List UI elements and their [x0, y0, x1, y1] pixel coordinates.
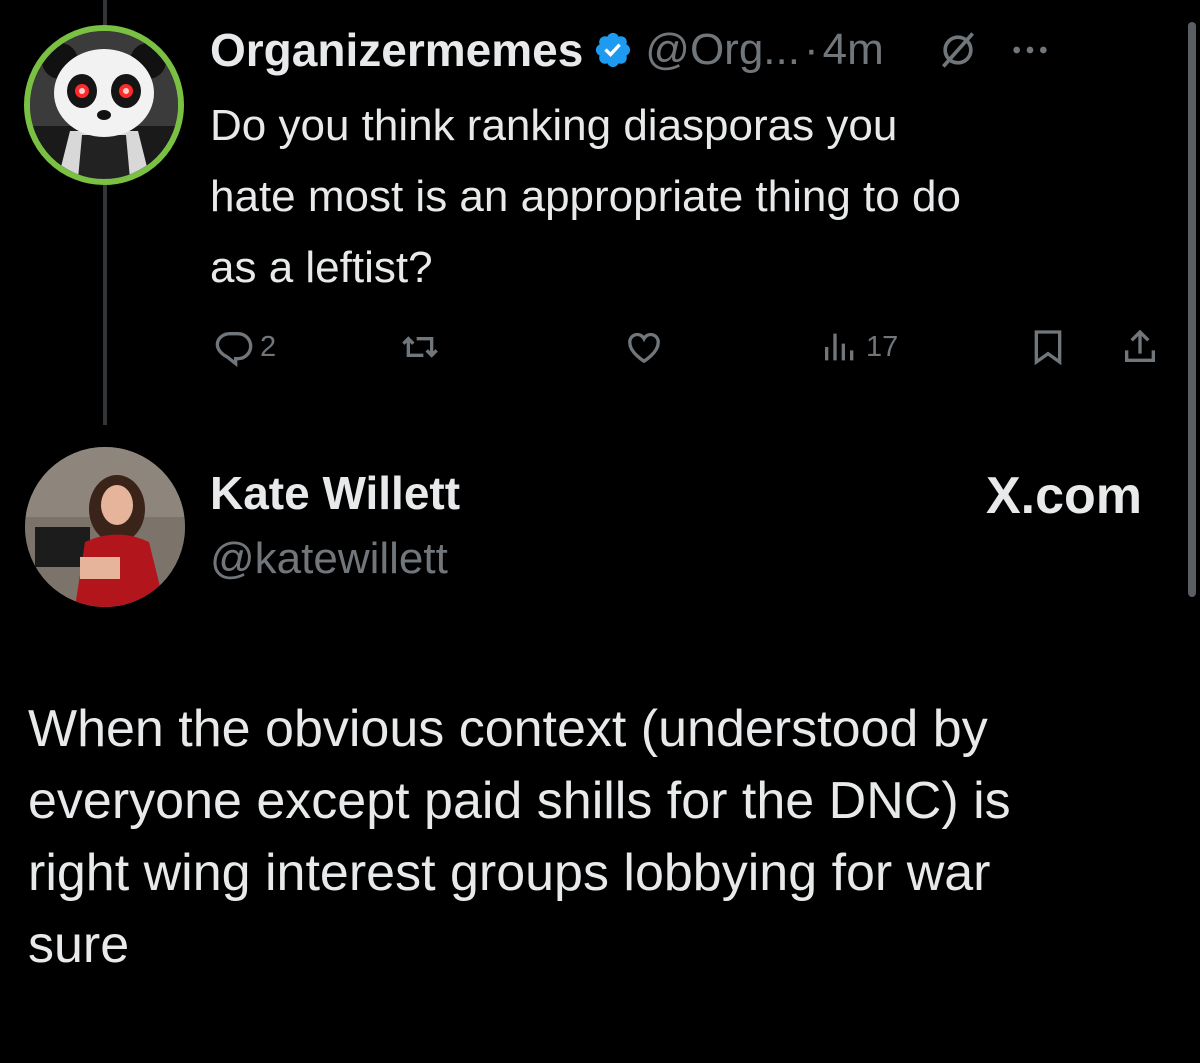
- bookmark-button[interactable]: [1028, 322, 1068, 372]
- mute-icon[interactable]: [936, 28, 980, 72]
- views-icon: [825, 333, 854, 361]
- reply-count: 2: [260, 330, 277, 363]
- views-button[interactable]: 17: [820, 322, 898, 372]
- tweet1-text: Do you think ranking diasporas you hate …: [210, 90, 1170, 303]
- like-icon: [628, 332, 660, 364]
- views-count: 17: [866, 330, 899, 363]
- scrollbar[interactable]: [1188, 22, 1196, 597]
- tweet1-timestamp[interactable]: 4m: [823, 25, 884, 75]
- profile-photo-image: [25, 447, 185, 607]
- like-button[interactable]: [624, 322, 664, 372]
- tweet2-text-line: right wing interest groups lobbying for …: [28, 844, 991, 902]
- tweet1-action-bar: 2 17: [210, 322, 1170, 372]
- verified-badge-icon: [596, 32, 631, 68]
- retweet-icon: [402, 336, 438, 358]
- tweet1-handle[interactable]: @Org...: [645, 25, 800, 75]
- x-com-logo-text: X.com: [985, 467, 1142, 525]
- tweet2-text-line: sure: [28, 916, 130, 974]
- tweet1-header: Organizermemes @Org... · 4m: [210, 18, 1172, 82]
- tweet2-text-line: everyone except paid shills for the DNC)…: [28, 772, 1011, 830]
- organizermemes-avatar[interactable]: [24, 25, 184, 185]
- header-separator: ·: [803, 25, 819, 74]
- retweet-button[interactable]: [400, 322, 440, 372]
- share-button[interactable]: [1120, 322, 1160, 372]
- tweet2-handle[interactable]: @katewillett: [210, 534, 448, 584]
- panda-avatar-image: [30, 31, 178, 179]
- tweet1-text-line: Do you think ranking diasporas you: [210, 101, 898, 150]
- katewillett-avatar[interactable]: [25, 447, 185, 607]
- bookmark-icon: [1034, 330, 1062, 366]
- tweet2-author-name[interactable]: Kate Willett: [210, 466, 460, 520]
- tweet1-text-line: as a leftist?: [210, 243, 433, 292]
- tweet2-text-line: When the obvious context (understood by: [28, 700, 988, 758]
- tweet1-author-name[interactable]: Organizermemes: [210, 23, 583, 77]
- tweet1-text-line: hate most is an appropriate thing to do: [210, 172, 961, 221]
- share-icon: [1125, 329, 1155, 362]
- more-icon[interactable]: [1010, 30, 1050, 70]
- reply-icon: [215, 332, 253, 367]
- reply-button[interactable]: 2: [214, 322, 276, 372]
- tweet2-text: When the obvious context (understood by …: [28, 693, 1178, 981]
